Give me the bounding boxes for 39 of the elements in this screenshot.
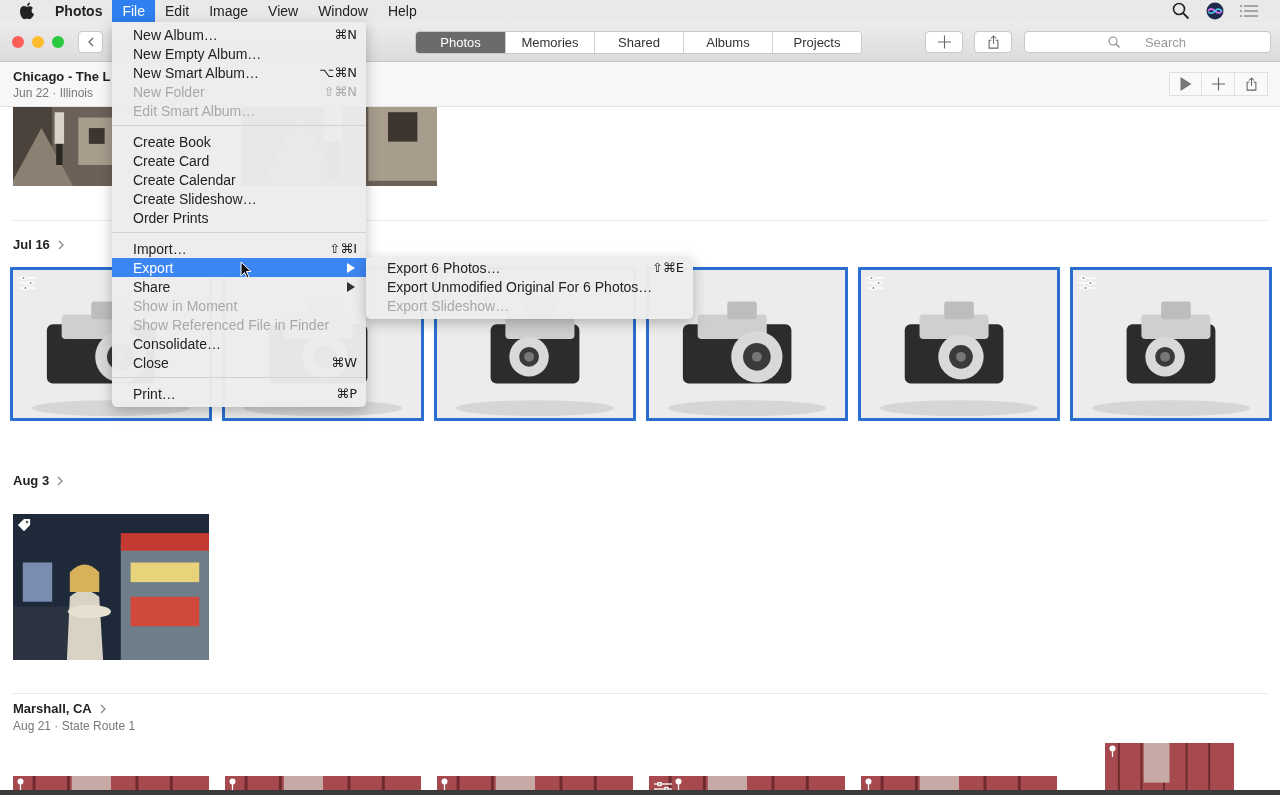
moment-title: Chicago - The L xyxy=(13,68,111,84)
menu-item[interactable]: Consolidate… xyxy=(112,334,366,353)
menu-bar-item[interactable]: File xyxy=(112,0,155,22)
search-field[interactable]: Search xyxy=(1024,31,1271,53)
moment-subtitle: Aug 21 · State Route 1 xyxy=(12,719,137,733)
menu-bar-item[interactable]: Image xyxy=(199,0,259,22)
shortcut-label: ⇧⌘I xyxy=(329,241,357,256)
menu-item[interactable]: Export Unmodified Original For 6 Photos… xyxy=(366,277,693,296)
shortcut-label: ⌘N xyxy=(334,27,357,42)
menu-item[interactable]: Close ⌘W xyxy=(112,353,366,372)
shortcut-label: ⌘W xyxy=(331,355,357,370)
menu-item[interactable]: Import… ⇧⌘I xyxy=(112,239,366,258)
menu-item[interactable]: Order Prints xyxy=(112,208,366,227)
menu-item[interactable]: New Album… ⌘N xyxy=(112,25,366,44)
moment-title[interactable]: Marshall, CA xyxy=(13,701,92,716)
menu-item[interactable]: Create Calendar xyxy=(112,170,366,189)
menu-item[interactable]: Export xyxy=(112,258,366,277)
moment-title[interactable]: Jul 16 xyxy=(13,237,50,252)
menu-item[interactable]: Create Slideshow… xyxy=(112,189,366,208)
menu-item[interactable]: Export 6 Photos… ⇧⌘E xyxy=(366,258,693,277)
shortcut-label: ⌘P xyxy=(336,386,357,401)
shortcut-label: ⌥⌘N xyxy=(319,65,357,80)
menu-item[interactable]: Share xyxy=(112,277,366,296)
moment-title[interactable]: Aug 3 xyxy=(13,473,50,488)
menu-item[interactable]: Print… ⌘P xyxy=(112,384,366,403)
menu-item[interactable]: New Empty Album… xyxy=(112,44,366,63)
menu-bar-item[interactable]: Edit xyxy=(155,0,200,22)
shortcut-label: ⇧⌘E xyxy=(651,260,684,275)
menu-bar-item[interactable]: Window xyxy=(308,0,378,22)
view-tab[interactable]: Photos xyxy=(416,32,505,53)
menu-bar-item[interactable]: View xyxy=(258,0,309,22)
menu-bar-item[interactable]: Help xyxy=(377,0,427,22)
shortcut-label: ⇧⌘N xyxy=(323,84,357,99)
menu-item[interactable]: Create Card xyxy=(112,151,366,170)
moment-subtitle: Jun 22 · Illinois xyxy=(13,85,95,100)
menu-item[interactable]: Create Book xyxy=(112,132,366,151)
view-tab[interactable]: Projects xyxy=(772,32,861,53)
menu-item[interactable]: New Smart Album… ⌥⌘N xyxy=(112,63,366,82)
app-menu[interactable]: Photos xyxy=(45,0,113,22)
